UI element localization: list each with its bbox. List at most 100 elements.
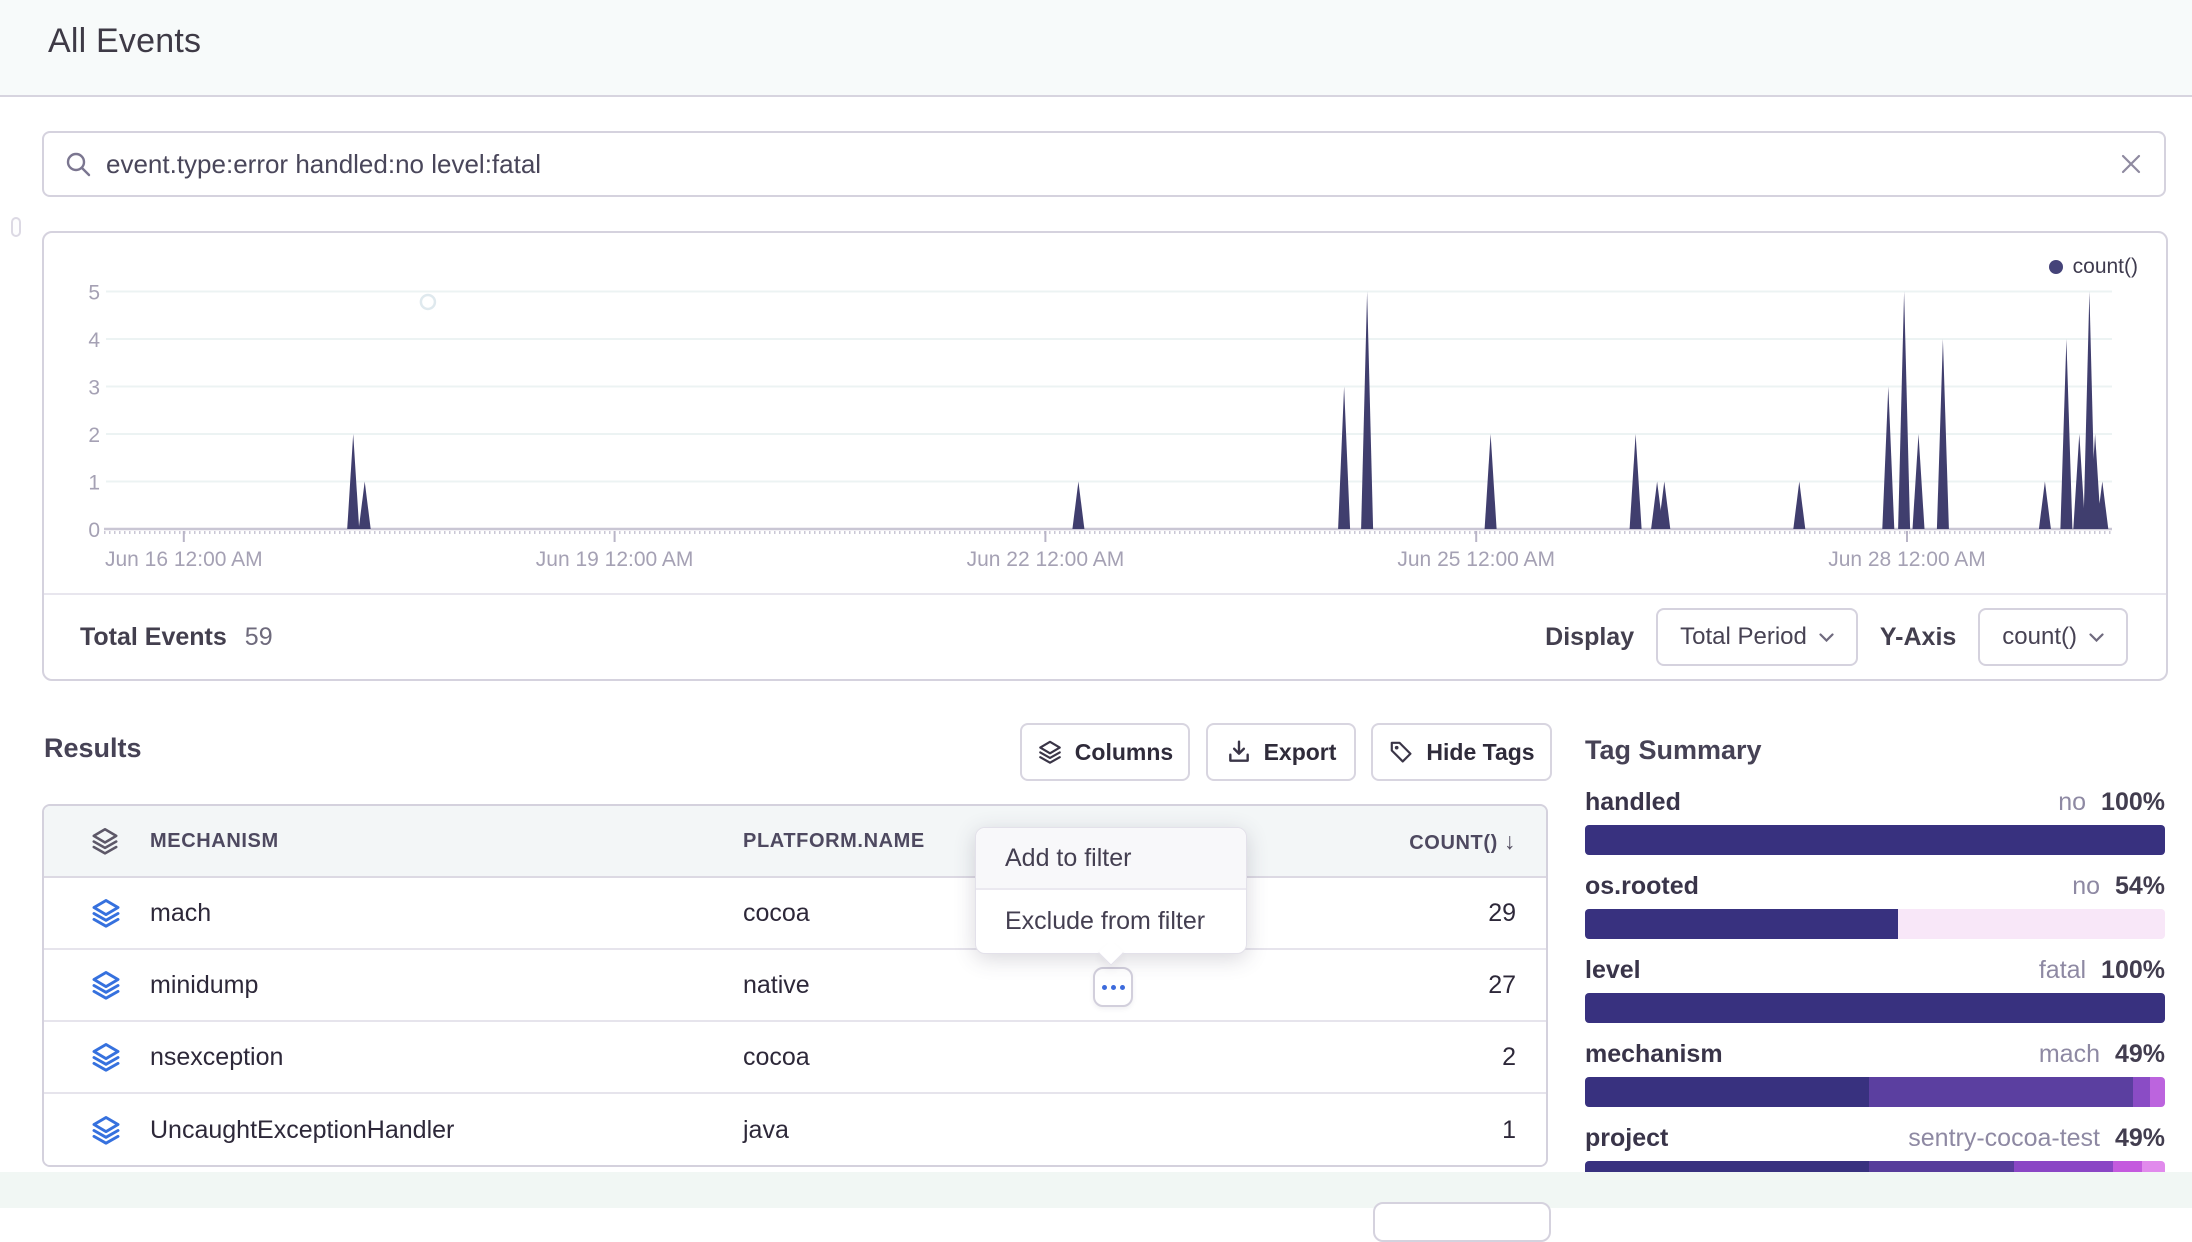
tag-bar-segment [1585,1077,1869,1107]
chevron-down-icon [1819,633,1834,642]
hide-tags-button-label: Hide Tags [1426,739,1534,766]
events-chart-panel: count() 012345Jun 16 12:00 AMJun 19 12:0… [42,231,2168,681]
layers-icon [90,1114,122,1146]
columns-button-label: Columns [1075,739,1173,766]
tag-bar-segment [1585,825,2165,855]
results-table: MECHANISM PLATFORM.NAME COUNT()↓ machcoc… [42,804,1548,1167]
events-spike-chart[interactable]: 012345Jun 16 12:00 AMJun 19 12:00 AMJun … [44,233,2170,589]
total-events-value: 59 [245,623,273,652]
export-button-label: Export [1264,739,1337,766]
display-label: Display [1545,623,1634,652]
cell-mechanism[interactable]: UncaughtExceptionHandler [150,1116,743,1145]
page-header: All Events [0,0,2192,97]
hide-tags-button[interactable]: Hide Tags [1371,723,1552,781]
svg-text:3: 3 [88,377,100,400]
count-header-label: COUNT() [1409,832,1498,854]
tag-name: handled [1585,788,1681,817]
svg-text:Jun 25 12:00 AM: Jun 25 12:00 AM [1397,548,1555,571]
tag-bar-segment [1585,993,2165,1023]
svg-text:Jun 19 12:00 AM: Jun 19 12:00 AM [536,548,694,571]
tag-bar-segment [2150,1077,2165,1107]
tag-top-value: sentry-cocoa-test 49% [1908,1124,2165,1153]
tag-distribution-bar[interactable] [1585,825,2165,855]
export-button[interactable]: Export [1206,723,1356,781]
cell-platform-name[interactable]: native [743,971,1296,1000]
left-edge-handle[interactable] [11,217,21,237]
sort-desc-icon: ↓ [1504,828,1516,854]
cell-platform-name[interactable]: cocoa [743,1043,1296,1072]
table-row[interactable]: minidumpnative27 [44,950,1546,1022]
legend-series-label: count() [2073,255,2138,279]
cell-actions-ellipsis-button[interactable] [1093,967,1133,1007]
chart-footer: Total Events 59 Display Total Period Y-A… [44,593,2166,679]
tag-name: project [1585,1124,1668,1153]
cell-count: 27 [1296,971,1546,1000]
tag-name: os.rooted [1585,872,1699,901]
yaxis-dropdown-value: count() [2002,623,2077,651]
cell-mechanism[interactable]: minidump [150,971,743,1000]
clear-search-icon[interactable] [2118,151,2144,177]
layers-icon [90,969,122,1001]
tag-distribution-bar[interactable] [1585,909,2165,939]
svg-text:1: 1 [88,472,100,495]
search-icon [64,150,92,178]
chart-legend[interactable]: count() [2049,255,2138,279]
tag-distribution-bar[interactable] [1585,993,2165,1023]
layers-icon[interactable] [90,826,120,856]
tag-bar-segment [1585,909,1898,939]
tag-list: handled no 100% os.rooted no 54% level f… [1585,788,2165,1191]
tag-distribution-bar[interactable] [1585,1077,2165,1107]
cell-context-menu: Add to filter Exclude from filter [975,827,1247,954]
tag-icon [1388,739,1414,765]
tag-top-value: fatal 100% [2039,956,2165,985]
results-heading: Results [44,733,142,764]
page-title: All Events [48,22,201,61]
tag-summary-title: Tag Summary [1585,735,2165,766]
svg-text:5: 5 [88,282,100,305]
search-input[interactable] [106,149,2118,180]
layers-icon [90,897,122,929]
tag-name: level [1585,956,1641,985]
svg-text:4: 4 [88,329,100,352]
tag-bar-segment [1869,1077,2133,1107]
cell-mechanism[interactable]: mach [150,899,743,928]
yaxis-dropdown[interactable]: count() [1978,608,2128,666]
tag-bar-segment [2133,1077,2150,1107]
tag-bar-segment [1898,909,2165,939]
layers-icon [1037,739,1063,765]
legend-series-dot [2049,260,2063,274]
table-row[interactable]: UncaughtExceptionHandlerjava1 [44,1094,1546,1166]
pagination-buttons[interactable] [1373,1202,1551,1242]
yaxis-label: Y-Axis [1880,623,1956,652]
table-header-row: MECHANISM PLATFORM.NAME COUNT()↓ [44,806,1546,878]
chevron-down-icon [2089,633,2104,642]
all-events-page: { "page_title": "All Events", "search": … [0,0,2192,1208]
page-bottom-band [0,1172,2192,1208]
table-row[interactable]: machcocoa29 [44,878,1546,950]
svg-text:Jun 16 12:00 AM: Jun 16 12:00 AM [105,548,263,571]
tag-top-value: mach 49% [2039,1040,2165,1069]
cell-mechanism[interactable]: nsexception [150,1043,743,1072]
tag-top-value: no 54% [2072,872,2165,901]
table-body: machcocoa29 minidumpnative27 nsexception… [44,878,1546,1166]
svg-text:2: 2 [88,424,100,447]
search-bar [42,131,2166,197]
display-dropdown-value: Total Period [1680,623,1807,651]
columns-button[interactable]: Columns [1020,723,1190,781]
column-header-mechanism[interactable]: MECHANISM [150,830,743,853]
tag-block-mechanism: mechanism mach 49% [1585,1040,2165,1107]
table-row[interactable]: nsexceptioncocoa2 [44,1022,1546,1094]
menu-item-add-to-filter[interactable]: Add to filter [976,828,1246,890]
tag-block-os.rooted: os.rooted no 54% [1585,872,2165,939]
svg-text:Jun 28 12:00 AM: Jun 28 12:00 AM [1828,548,1986,571]
ellipsis-dot [1111,985,1116,990]
tag-name: mechanism [1585,1040,1723,1069]
display-dropdown[interactable]: Total Period [1656,608,1858,666]
ellipsis-dot [1102,985,1107,990]
tag-top-value: no 100% [2058,788,2165,817]
ellipsis-dot [1120,985,1125,990]
svg-text:Jun 22 12:00 AM: Jun 22 12:00 AM [967,548,1125,571]
cell-platform-name[interactable]: java [743,1116,1296,1145]
total-events-label: Total Events [80,623,227,652]
column-header-count[interactable]: COUNT() ↓ [1296,828,1546,855]
